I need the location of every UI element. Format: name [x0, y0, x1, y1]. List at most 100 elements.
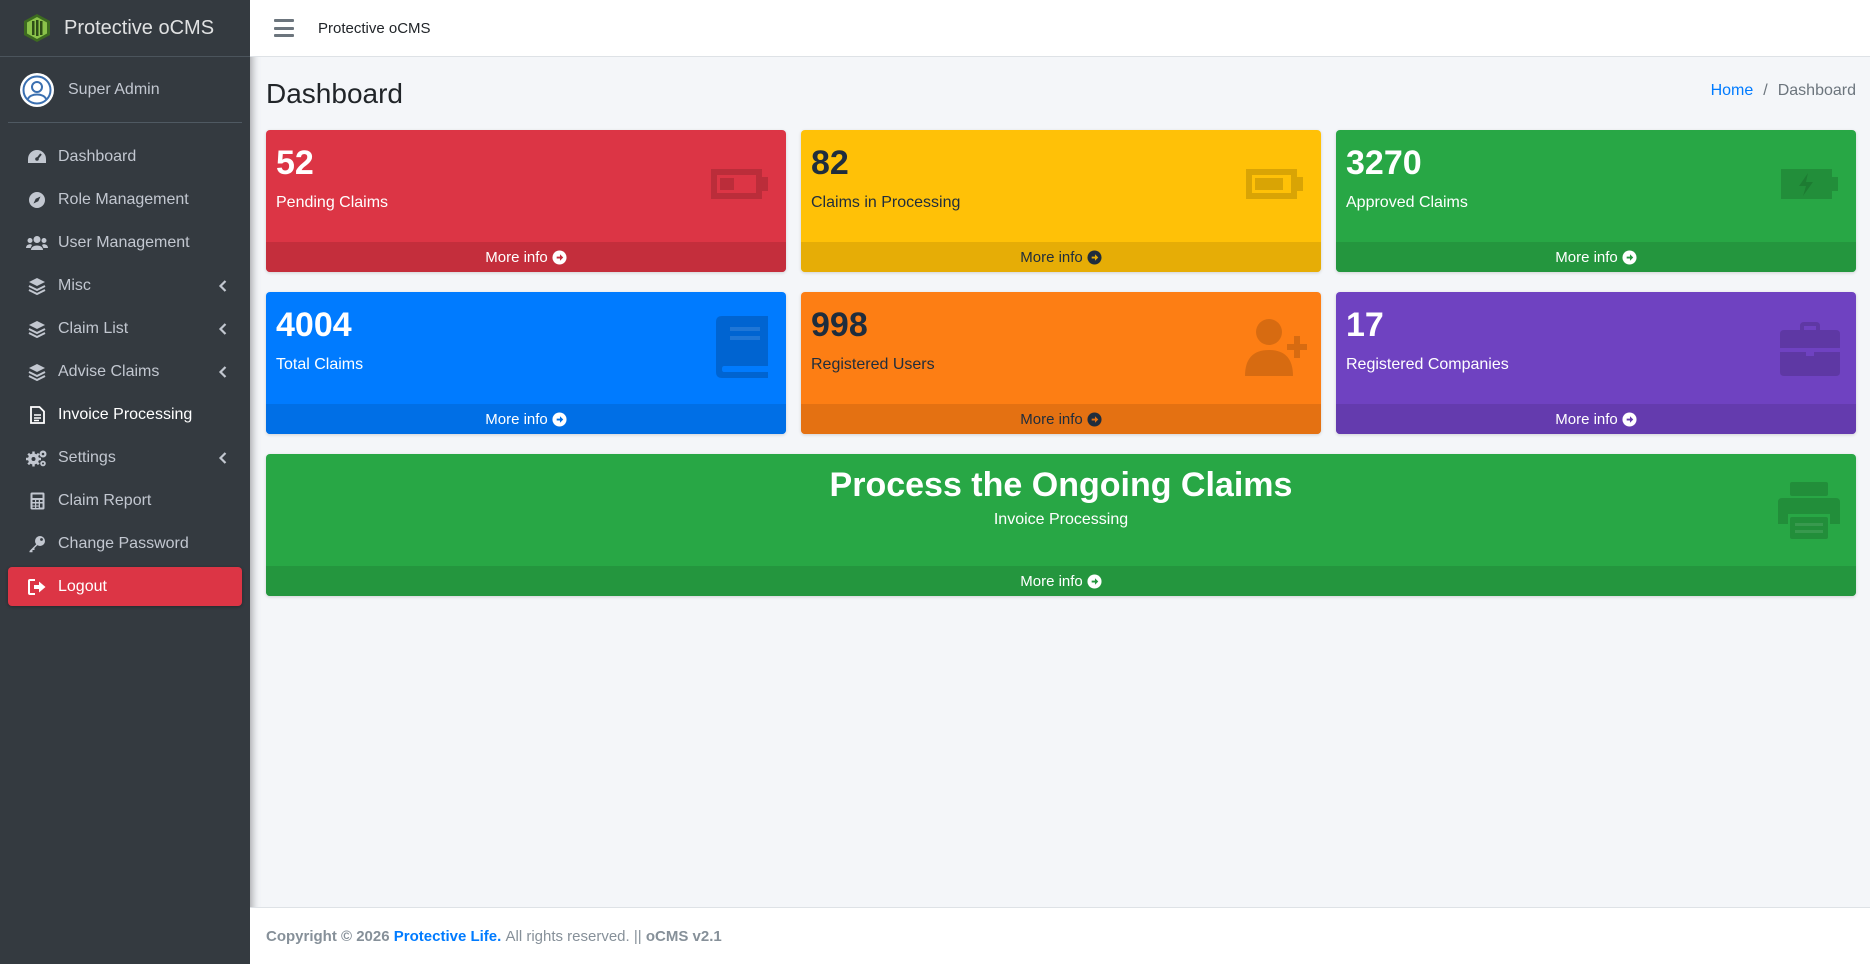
sidebar-item-change-password[interactable]: Change Password: [8, 524, 242, 563]
arrow-circle-right-icon: [552, 249, 567, 265]
breadcrumb-current: Dashboard: [1777, 81, 1856, 99]
footer-company-link[interactable]: Protective Life.: [394, 928, 502, 945]
more-info-link[interactable]: More info: [801, 242, 1321, 272]
brand-link[interactable]: Protective oCMS: [0, 0, 250, 57]
sidebar-item-user-management[interactable]: User Management: [8, 223, 242, 262]
battery-three-quarters-icon: [1246, 169, 1303, 199]
breadcrumb: Home / Dashboard: [1711, 82, 1856, 100]
stat-card-total-claims: 4004 Total Claims More info: [266, 292, 786, 434]
cogs-icon: [26, 450, 47, 466]
stat-card-claims-in-processing: 82 Claims in Processing More info: [801, 130, 1321, 272]
calculator-icon: [30, 492, 44, 509]
sidebar-item-label: Misc: [58, 276, 91, 294]
stat-value: 4004: [276, 306, 352, 344]
stat-value: 3270: [1346, 144, 1422, 182]
stat-card-approved-claims: 3270 Approved Claims More info: [1336, 130, 1856, 272]
more-info-link[interactable]: More info: [266, 404, 786, 434]
sidebar-nav: Dashboard Role Management User Managemen…: [0, 129, 250, 606]
sidebar-item-claim-report[interactable]: Claim Report: [8, 481, 242, 520]
sidebar-item-settings[interactable]: Settings: [8, 438, 242, 477]
file-alt-icon: [29, 405, 45, 424]
layers-icon: [28, 277, 46, 295]
menu-toggle-icon[interactable]: [274, 19, 294, 37]
stat-label: Registered Users: [811, 355, 935, 373]
chevron-left-icon: [218, 365, 227, 378]
chevron-left-icon: [218, 451, 227, 464]
sidebar-item-invoice-processing[interactable]: Invoice Processing: [8, 395, 242, 434]
compass-icon: [29, 191, 45, 208]
sidebar-item-label: User Management: [58, 233, 190, 251]
sidebar-item-label: Advise Claims: [58, 362, 160, 380]
user-plus-icon: [1245, 319, 1307, 376]
book-icon: [716, 316, 768, 378]
sidebar-item-label: Invoice Processing: [58, 405, 193, 423]
user-circle-icon: [22, 75, 52, 104]
layers-icon: [28, 320, 46, 338]
sidebar-item-label: Dashboard: [58, 147, 137, 165]
sidebar-item-label: Settings: [58, 448, 116, 466]
footer-divider: ||: [633, 927, 642, 945]
more-info-link[interactable]: More info: [801, 404, 1321, 434]
sign-out-icon: [27, 578, 45, 595]
breadcrumb-home-link[interactable]: Home: [1711, 82, 1754, 100]
stat-label: Claims in Processing: [811, 193, 961, 211]
more-info-link[interactable]: More info: [1336, 404, 1856, 434]
arrow-circle-right-icon: [1622, 411, 1637, 427]
chevron-left-icon: [218, 322, 227, 335]
footer-version: oCMS v2.1: [645, 927, 722, 945]
more-info-label: More info: [1555, 248, 1618, 266]
sidebar-item-dashboard[interactable]: Dashboard: [8, 137, 242, 176]
footer-rights: All rights reserved.: [505, 927, 630, 945]
stats-grid: 52 Pending Claims More info 82 Claims in…: [266, 130, 1856, 434]
more-info-label: More info: [485, 248, 548, 266]
stat-card-registered-companies: 17 Registered Companies More info: [1336, 292, 1856, 434]
more-info-link[interactable]: More info: [1336, 242, 1856, 272]
top-navbar: Protective oCMS: [250, 0, 1870, 57]
process-claims-card: Process the Ongoing Claims Invoice Proce…: [266, 454, 1856, 596]
page-title: Dashboard: [266, 77, 403, 109]
stat-value: 998: [811, 306, 868, 344]
more-info-link[interactable]: More info: [266, 566, 1856, 596]
user-panel[interactable]: Super Admin: [8, 57, 242, 123]
page-footer: Copyright © 2026 Protective Life. All ri…: [250, 907, 1870, 964]
briefcase-icon: [1780, 322, 1840, 376]
sidebar-item-misc[interactable]: Misc: [8, 266, 242, 305]
stat-label: Total Claims: [276, 355, 364, 373]
sidebar-item-claim-list[interactable]: Claim List: [8, 309, 242, 348]
users-icon: [26, 235, 48, 250]
brand-logo-icon: [24, 14, 50, 42]
breadcrumb-separator: /: [1763, 81, 1768, 99]
stat-value: 17: [1346, 306, 1384, 344]
sidebar-item-logout[interactable]: Logout: [8, 567, 242, 606]
content-header: Dashboard Home / Dashboard: [266, 57, 1856, 130]
more-info-label: More info: [1555, 410, 1618, 428]
arrow-circle-right-icon: [1087, 573, 1102, 589]
chevron-left-icon: [218, 279, 227, 292]
stat-value: 52: [276, 144, 314, 182]
arrow-circle-right-icon: [1087, 249, 1102, 265]
stat-card-pending-claims: 52 Pending Claims More info: [266, 130, 786, 272]
stat-label: Approved Claims: [1346, 193, 1468, 211]
arrow-circle-right-icon: [1087, 411, 1102, 427]
sidebar-item-label: Role Management: [58, 190, 189, 208]
stat-value: 82: [811, 144, 849, 182]
battery-charging-icon: [1781, 169, 1838, 199]
sidebar-item-advise-claims[interactable]: Advise Claims: [8, 352, 242, 391]
stat-card-registered-users: 998 Registered Users More info: [801, 292, 1321, 434]
sidebar: Protective oCMS Super Admin Dashboard Ro…: [0, 0, 250, 964]
more-info-label: More info: [1020, 410, 1083, 428]
tachometer-icon: [28, 149, 46, 163]
sidebar-item-label: Claim List: [58, 319, 129, 337]
sidebar-item-label: Claim Report: [58, 491, 152, 509]
layers-icon: [28, 363, 46, 381]
battery-quarter-icon: [711, 169, 768, 199]
arrow-circle-right-icon: [552, 411, 567, 427]
more-info-label: More info: [1020, 248, 1083, 266]
stat-label: Pending Claims: [276, 193, 389, 211]
top-title-link[interactable]: Protective oCMS: [318, 20, 431, 37]
footer-copyright: Copyright © 2026: [266, 927, 390, 945]
sidebar-item-role-management[interactable]: Role Management: [8, 180, 242, 219]
arrow-circle-right-icon: [1622, 249, 1637, 265]
more-info-link[interactable]: More info: [266, 242, 786, 272]
process-claims-title: Process the Ongoing Claims: [829, 466, 1293, 504]
